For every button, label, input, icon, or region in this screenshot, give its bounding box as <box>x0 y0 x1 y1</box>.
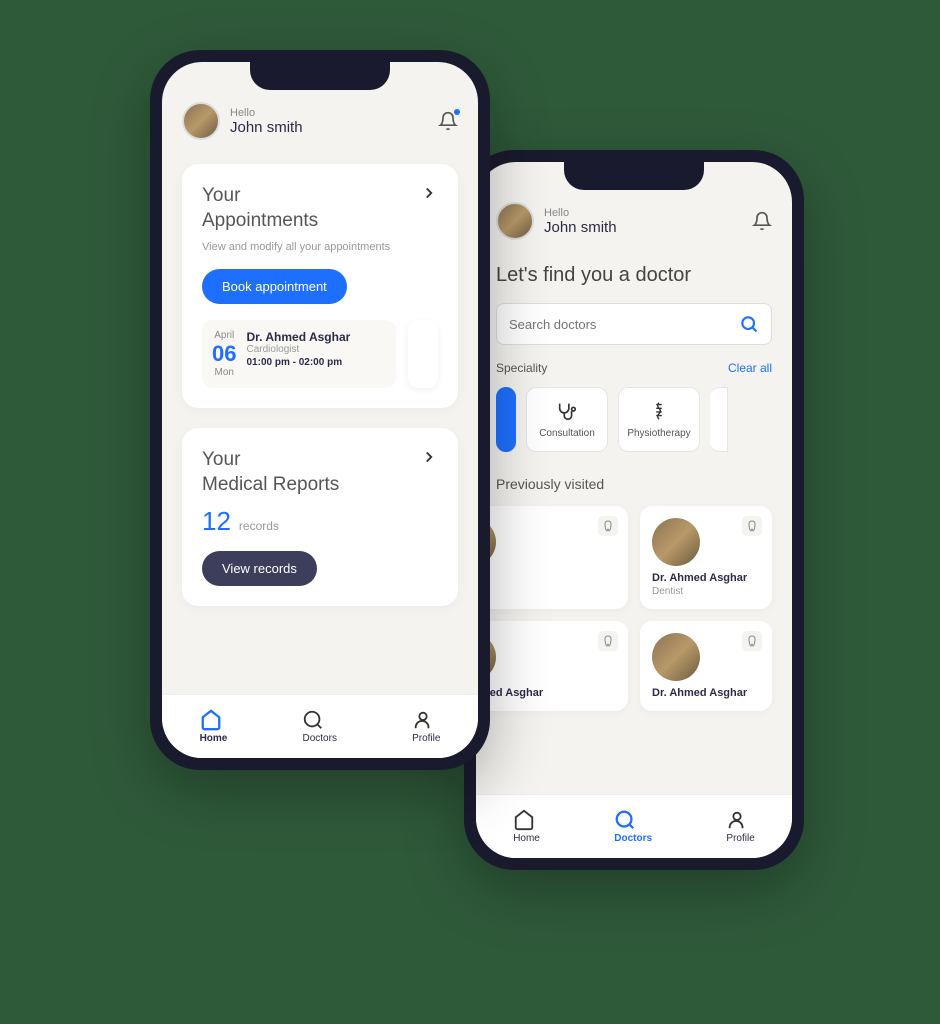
doctor-name: Dr. Ahmed Asghar <box>652 572 760 584</box>
home-icon <box>200 709 222 731</box>
specialty-chips: Consultation Physiotherapy <box>496 387 772 452</box>
nav-label: Home <box>200 733 228 744</box>
header: Hello John smith <box>182 102 458 140</box>
doctor-avatar <box>652 518 700 566</box>
nav-doctors[interactable]: Doctors <box>614 809 652 844</box>
appointments-subtitle: View and modify all your appointments <box>202 241 438 253</box>
book-appointment-button[interactable]: Book appointment <box>202 269 347 304</box>
appt-doctor: Dr. Ahmed Asghar <box>246 330 386 344</box>
doctor-grid: hmed ar Dr. Ahmed Asghar Dentist Dr. Ahm… <box>496 506 772 711</box>
notification-dot <box>454 109 460 115</box>
nav-label: Doctors <box>302 733 336 744</box>
stethoscope-icon <box>556 400 578 422</box>
spine-icon <box>648 400 670 422</box>
bell-icon <box>752 211 772 231</box>
previously-visited-title: Previously visited <box>496 476 772 492</box>
chip-peek[interactable] <box>710 387 728 452</box>
phone-doctors-screen: Hello John smith Let's find you a doctor… <box>464 150 804 870</box>
avatar[interactable] <box>182 102 220 140</box>
profile-icon <box>412 709 434 731</box>
greeting-label: Hello <box>544 207 742 219</box>
nav-label: Profile <box>412 733 440 744</box>
nav-label: Doctors <box>614 833 652 844</box>
appt-specialty: Cardiologist <box>246 344 386 355</box>
search-field[interactable] <box>496 303 772 345</box>
profile-icon <box>726 809 748 831</box>
doctor-card[interactable]: hmed ar <box>476 506 628 609</box>
doctor-card[interactable]: Dr. Ahmed Asghar <box>476 621 628 711</box>
tooth-icon <box>742 631 762 651</box>
reports-card: Your Medical Reports 12 records View rec… <box>182 428 458 605</box>
bottom-nav: Home Doctors Profile <box>476 794 792 858</box>
find-doctor-title: Let's find you a doctor <box>496 264 772 287</box>
chip-label: Physiotherapy <box>627 428 690 439</box>
tooth-icon <box>742 516 762 536</box>
appt-dow: Mon <box>212 367 236 378</box>
nav-home[interactable]: Home <box>200 709 228 744</box>
screen: Hello John smith Your Appointments View … <box>162 62 478 758</box>
tooth-icon <box>598 631 618 651</box>
appointments-title: Your Appointments <box>202 184 318 233</box>
home-icon <box>513 809 535 831</box>
nav-profile[interactable]: Profile <box>726 809 754 844</box>
doctor-card[interactable]: Dr. Ahmed Asghar <box>640 621 772 711</box>
speciality-label: Speciality <box>496 361 547 375</box>
avatar[interactable] <box>496 202 534 240</box>
doctor-name: hmed ar <box>476 572 616 596</box>
doctor-card[interactable]: Dr. Ahmed Asghar Dentist <box>640 506 772 609</box>
nav-label: Home <box>513 833 540 844</box>
doctor-name: Dr. Ahmed Asghar <box>476 687 616 699</box>
nav-doctors[interactable]: Doctors <box>302 709 336 744</box>
screen: Hello John smith Let's find you a doctor… <box>476 162 792 858</box>
tooth-icon <box>598 516 618 536</box>
chip-label: Consultation <box>539 428 595 439</box>
nav-home[interactable]: Home <box>513 809 540 844</box>
greeting-label: Hello <box>230 107 428 119</box>
search-icon <box>614 809 636 831</box>
appointment-item[interactable]: April 06 Mon Dr. Ahmed Asghar Cardiologi… <box>202 320 396 388</box>
notch <box>250 62 390 90</box>
doctor-specialty: Dentist <box>652 586 760 597</box>
doctor-name: Dr. Ahmed Asghar <box>652 687 760 699</box>
chevron-right-icon[interactable] <box>420 448 438 466</box>
nav-profile[interactable]: Profile <box>412 709 440 744</box>
chip-selected[interactable] <box>496 387 516 452</box>
search-input[interactable] <box>509 317 739 332</box>
chip-physiotherapy[interactable]: Physiotherapy <box>618 387 700 452</box>
notification-button[interactable] <box>438 111 458 131</box>
appointment-item-peek[interactable] <box>408 320 438 388</box>
appt-day: 06 <box>212 341 236 367</box>
header: Hello John smith <box>496 202 772 240</box>
doctor-avatar <box>652 633 700 681</box>
notification-button[interactable] <box>752 211 772 231</box>
search-icon <box>739 314 759 334</box>
chevron-right-icon[interactable] <box>420 184 438 202</box>
notch <box>564 162 704 190</box>
appt-time: 01:00 pm - 02:00 pm <box>246 357 386 368</box>
records-count: 12 <box>202 506 231 537</box>
appt-month: April <box>212 330 236 341</box>
chip-consultation[interactable]: Consultation <box>526 387 608 452</box>
bottom-nav: Home Doctors Profile <box>162 694 478 758</box>
search-icon <box>302 709 324 731</box>
clear-all-button[interactable]: Clear all <box>728 361 772 375</box>
nav-label: Profile <box>726 833 754 844</box>
reports-title: Your Medical Reports <box>202 448 339 497</box>
phone-home-screen: Hello John smith Your Appointments View … <box>150 50 490 770</box>
view-records-button[interactable]: View records <box>202 551 317 586</box>
user-name: John smith <box>230 119 428 136</box>
user-name: John smith <box>544 219 742 236</box>
records-label: records <box>239 519 279 533</box>
appointments-card: Your Appointments View and modify all yo… <box>182 164 458 408</box>
